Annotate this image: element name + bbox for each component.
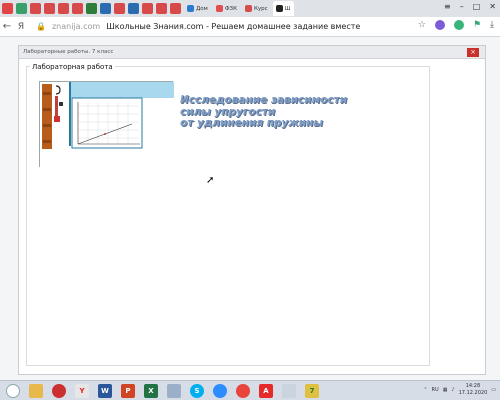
extension-icon[interactable]: ⚑ xyxy=(473,20,481,30)
tab-label: Дом xyxy=(196,5,208,12)
tab-icon-9[interactable] xyxy=(128,3,139,14)
tab-icon-6[interactable] xyxy=(86,3,97,14)
excel-icon[interactable]: X xyxy=(144,383,158,398)
lab-thumbnail[interactable] xyxy=(39,81,174,168)
skype-icon[interactable]: S xyxy=(190,383,204,398)
tab-favicon-icon xyxy=(187,5,194,12)
clock[interactable]: 14:28 17.12.2020 xyxy=(459,383,488,397)
volume-icon[interactable]: ♪ xyxy=(451,387,454,393)
tab-favicon-icon xyxy=(215,5,223,12)
tab-icon-7[interactable] xyxy=(100,3,111,14)
browser-tab-bar: Дом ФЗК Курс Ш ≡ – □ ✕ xyxy=(0,0,500,17)
tab-label: Ш xyxy=(284,5,291,12)
minimize-icon[interactable]: – xyxy=(460,2,464,11)
tab-znanija[interactable]: Ш xyxy=(272,1,294,16)
tab-icon-4[interactable] xyxy=(58,3,69,14)
lab-title-line-3: от удлинения пружины xyxy=(180,117,323,129)
notifications-icon[interactable]: ▭ xyxy=(491,387,496,393)
bookmark-icon[interactable]: ☆ xyxy=(418,20,426,30)
close-icon[interactable]: ✕ xyxy=(489,2,496,11)
maximize-icon[interactable]: □ xyxy=(473,2,481,11)
tab-icon-1[interactable] xyxy=(16,3,27,14)
yandex-icon[interactable]: Я xyxy=(14,22,28,32)
tab-favicon-icon xyxy=(244,5,252,12)
address-bar: ← Я 🔒 znanija.com Школьные Знания.com - … xyxy=(0,17,500,37)
address-actions: ☆ ⚑ ⤓ xyxy=(418,20,494,30)
app2-icon[interactable] xyxy=(282,383,296,398)
app-icon[interactable] xyxy=(167,383,181,398)
protect-icon[interactable] xyxy=(453,20,464,30)
window-controls: ≡ – □ ✕ xyxy=(444,2,496,11)
menu-icon[interactable]: ≡ xyxy=(444,2,451,11)
browser-logo-icon[interactable] xyxy=(2,3,13,14)
tab-icon-12[interactable] xyxy=(170,3,181,14)
file-explorer-icon[interactable] xyxy=(29,383,43,398)
powerpoint-icon[interactable]: P xyxy=(121,383,135,398)
lab-app-close-button[interactable]: × xyxy=(467,48,479,57)
clock-time: 14:28 xyxy=(465,383,481,389)
yandex-browser-icon[interactable]: Y xyxy=(75,383,89,398)
system-tray: ⌃ RU ▦ ♪ 14:28 17.12.2020 ▭ xyxy=(423,383,496,397)
tab-label: Курс xyxy=(253,5,268,12)
taskbar: Y W P X S A 7 ⌃ RU ▦ ♪ 14:28 17.12.2020 … xyxy=(0,380,500,400)
zoom-icon[interactable] xyxy=(213,383,227,398)
lab-title: Исследование зависимости силы упругости … xyxy=(180,94,348,130)
lab-app-taskbar-icon[interactable]: 7 xyxy=(305,383,319,398)
tab-label: ФЗК xyxy=(224,5,237,12)
tab-icon-10[interactable] xyxy=(142,3,153,14)
alice-icon[interactable] xyxy=(434,20,445,30)
opera-icon[interactable] xyxy=(52,383,66,398)
tab-icon-3[interactable] xyxy=(44,3,55,14)
tab-icon-8[interactable] xyxy=(114,3,125,14)
lab-app-titlebar: Лабораторные работы. 7 класс xyxy=(19,46,485,59)
language-indicator[interactable]: RU xyxy=(432,387,439,393)
tab-favicon-icon xyxy=(275,5,283,12)
mouse-cursor-icon: ➚ xyxy=(206,175,215,186)
tab-icon-2[interactable] xyxy=(30,3,41,14)
pdf-icon[interactable]: A xyxy=(259,383,273,398)
clock-date: 17.12.2020 xyxy=(458,390,488,396)
lab-app-title: Лабораторные работы. 7 класс xyxy=(23,49,114,55)
tab-dom[interactable]: Дом xyxy=(184,1,211,16)
tab-kurs[interactable]: Курс xyxy=(242,1,271,16)
tab-fzk[interactable]: ФЗК xyxy=(213,1,240,16)
tab-icon-11[interactable] xyxy=(156,3,167,14)
download-icon[interactable]: ⤓ xyxy=(490,20,494,30)
tray-arrow-icon[interactable]: ⌃ xyxy=(423,387,427,393)
word-icon[interactable]: W xyxy=(98,383,112,398)
lab-heading: Лабораторная работа xyxy=(30,63,115,71)
spring-experiment-illustration xyxy=(40,82,174,168)
lab-title-line-1: Исследование зависимости xyxy=(180,94,348,106)
tab-icon-5[interactable] xyxy=(72,3,83,14)
address-domain[interactable]: znanija.com xyxy=(52,22,100,31)
page-content: Лабораторные работы. 7 класс × Лаборатор… xyxy=(0,37,500,380)
network-icon[interactable]: ▦ xyxy=(443,387,448,393)
start-icon[interactable] xyxy=(6,383,20,398)
lock-icon[interactable]: 🔒 xyxy=(36,22,46,31)
chrome-icon[interactable] xyxy=(236,383,250,398)
address-page-title[interactable]: Школьные Знания.com - Решаем домашнее за… xyxy=(106,22,360,31)
back-icon[interactable]: ← xyxy=(0,21,14,32)
